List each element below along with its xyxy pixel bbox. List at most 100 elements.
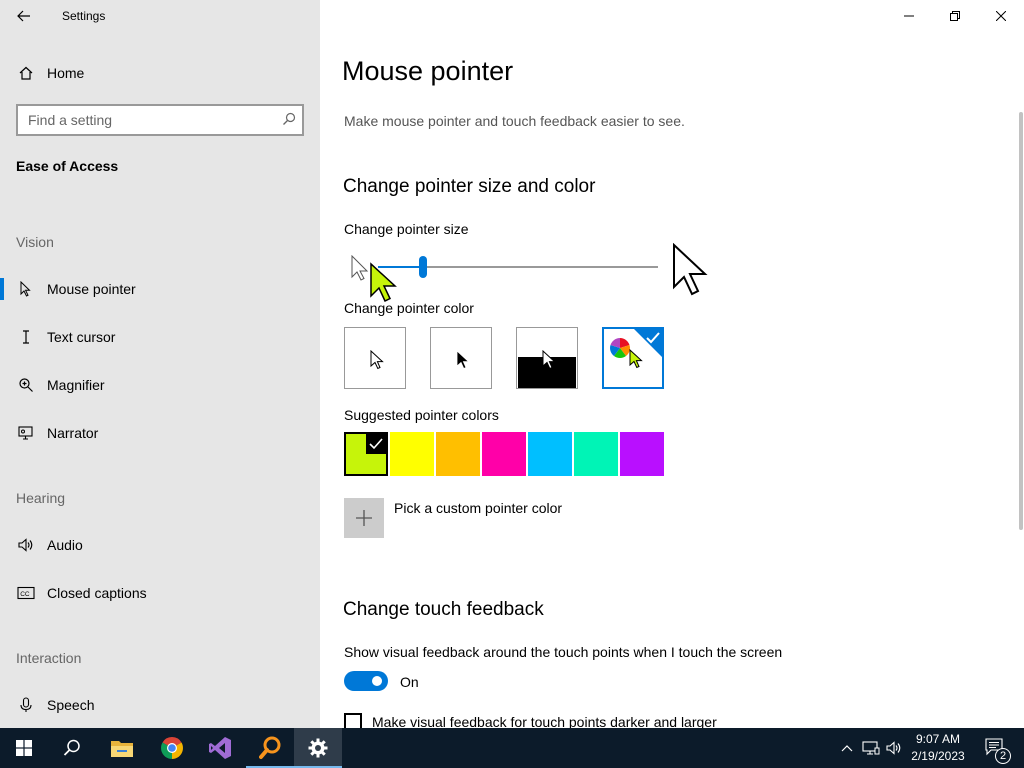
sidebar-item-label: Text cursor	[47, 329, 116, 345]
search-input[interactable]	[18, 106, 278, 134]
close-icon	[996, 11, 1006, 21]
scrollbar-thumb[interactable]	[1019, 112, 1023, 530]
pointer-color-black[interactable]	[430, 327, 492, 389]
start-button[interactable]	[0, 728, 48, 768]
back-button[interactable]	[8, 0, 40, 32]
search-app-icon	[259, 736, 281, 759]
inverted-pointer-icon	[542, 350, 556, 370]
show-hidden-icons-button[interactable]	[838, 728, 856, 768]
svg-text:CC: CC	[20, 591, 30, 598]
small-pointer-icon	[351, 255, 369, 281]
action-center-button[interactable]: 2	[978, 728, 1014, 768]
notification-count-badge: 2	[995, 748, 1011, 764]
sidebar-item-label: Magnifier	[47, 377, 105, 393]
touch-feedback-description: Show visual feedback around the touch po…	[344, 644, 783, 660]
sidebar-item-text-cursor[interactable]: Text cursor	[0, 317, 320, 357]
group-label-interaction: Interaction	[16, 650, 82, 666]
clock[interactable]: 9:07 AM 2/19/2023	[906, 731, 970, 765]
group-label-hearing: Hearing	[16, 490, 66, 506]
network-icon	[862, 741, 880, 755]
taskbar-search-button[interactable]	[48, 728, 96, 768]
selected-corner	[366, 434, 386, 454]
visual-studio-button[interactable]	[196, 728, 244, 768]
page-description: Make mouse pointer and touch feedback ea…	[344, 113, 685, 129]
toggle-state-label: On	[400, 674, 419, 690]
sidebar: Settings Home Ease of Access Vision Mous…	[0, 0, 320, 728]
volume-icon	[886, 741, 901, 755]
nav-home-label: Home	[47, 65, 85, 81]
white-pointer-icon	[370, 350, 384, 370]
chevron-up-icon	[841, 745, 853, 752]
checkmark-icon	[369, 438, 383, 450]
minimize-icon	[904, 15, 914, 17]
suggested-color-swatch[interactable]	[482, 432, 526, 476]
sidebar-item-label: Speech	[47, 697, 95, 713]
sidebar-item-speech[interactable]: Speech	[0, 685, 320, 725]
suggested-colors-label: Suggested pointer colors	[344, 407, 499, 423]
plus-icon	[356, 510, 372, 526]
large-pointer-icon	[673, 243, 708, 296]
size-color-heading: Change pointer size and color	[343, 176, 596, 197]
sidebar-item-label: Narrator	[47, 425, 99, 441]
sidebar-item-magnifier[interactable]: Magnifier	[0, 365, 320, 405]
search-box[interactable]	[16, 104, 304, 136]
suggested-color-swatch[interactable]	[528, 432, 572, 476]
color-wheel-icon	[610, 338, 630, 358]
restore-button[interactable]	[932, 0, 978, 32]
group-label-vision: Vision	[16, 234, 54, 250]
pointer-color-label: Change pointer color	[344, 300, 474, 316]
back-arrow-icon	[17, 10, 30, 22]
closed-captions-icon: CC	[16, 583, 36, 603]
page-title: Mouse pointer	[342, 56, 514, 86]
pointer-size-slider-thumb[interactable]	[418, 256, 427, 278]
sidebar-item-label: Closed captions	[47, 585, 147, 601]
pointer-color-custom[interactable]	[602, 327, 664, 389]
speaker-icon	[16, 535, 36, 555]
touch-feedback-heading: Change touch feedback	[343, 599, 544, 620]
sidebar-item-narrator[interactable]: Narrator	[0, 413, 320, 453]
network-button[interactable]	[860, 728, 882, 768]
suggested-color-swatch[interactable]	[620, 432, 664, 476]
restore-icon	[950, 11, 960, 21]
sidebar-item-label: Audio	[47, 537, 83, 553]
sidebar-item-audio[interactable]: Audio	[0, 525, 320, 565]
chrome-icon	[161, 737, 183, 759]
sidebar-item-mouse-pointer[interactable]: Mouse pointer	[0, 269, 320, 309]
visual-studio-icon	[209, 737, 231, 759]
suggested-color-swatch[interactable]	[574, 432, 618, 476]
chrome-button[interactable]	[148, 728, 196, 768]
app-title: Settings	[62, 9, 106, 23]
microphone-icon	[16, 695, 36, 715]
magnifier-icon	[16, 375, 36, 395]
volume-button[interactable]	[884, 728, 904, 768]
text-cursor-icon	[16, 327, 36, 347]
custom-color-label[interactable]: Pick a custom pointer color	[394, 500, 562, 516]
custom-color-button[interactable]	[344, 498, 384, 538]
suggested-color-swatch[interactable]	[436, 432, 480, 476]
checkmark-icon	[646, 332, 660, 344]
file-explorer-icon	[111, 741, 133, 757]
pointer-color-inverted[interactable]	[516, 327, 578, 389]
mouse-pointer-icon	[16, 279, 36, 299]
sidebar-item-closed-captions[interactable]: CC Closed captions	[0, 573, 320, 613]
taskbar: 9:07 AM 2/19/2023 2	[0, 728, 1024, 768]
search-icon	[63, 739, 80, 756]
settings-icon	[308, 738, 328, 758]
close-button[interactable]	[978, 0, 1024, 32]
suggested-color-swatch[interactable]	[344, 432, 388, 476]
search-icon	[282, 112, 296, 131]
touch-feedback-toggle[interactable]	[344, 671, 388, 691]
search-app-button[interactable]	[246, 728, 294, 768]
sidebar-item-label: Mouse pointer	[47, 281, 136, 297]
narrator-icon	[16, 423, 36, 443]
clock-time: 9:07 AM	[915, 732, 961, 746]
nav-home[interactable]: Home	[0, 53, 320, 93]
settings-app-button[interactable]	[294, 728, 342, 768]
file-explorer-button[interactable]	[98, 728, 146, 768]
minimize-button[interactable]	[886, 0, 932, 32]
black-pointer-icon	[456, 350, 470, 370]
windows-logo-icon	[16, 740, 32, 756]
clock-date: 2/19/2023	[911, 749, 965, 763]
pointer-color-white[interactable]	[344, 327, 406, 389]
suggested-color-swatch[interactable]	[390, 432, 434, 476]
